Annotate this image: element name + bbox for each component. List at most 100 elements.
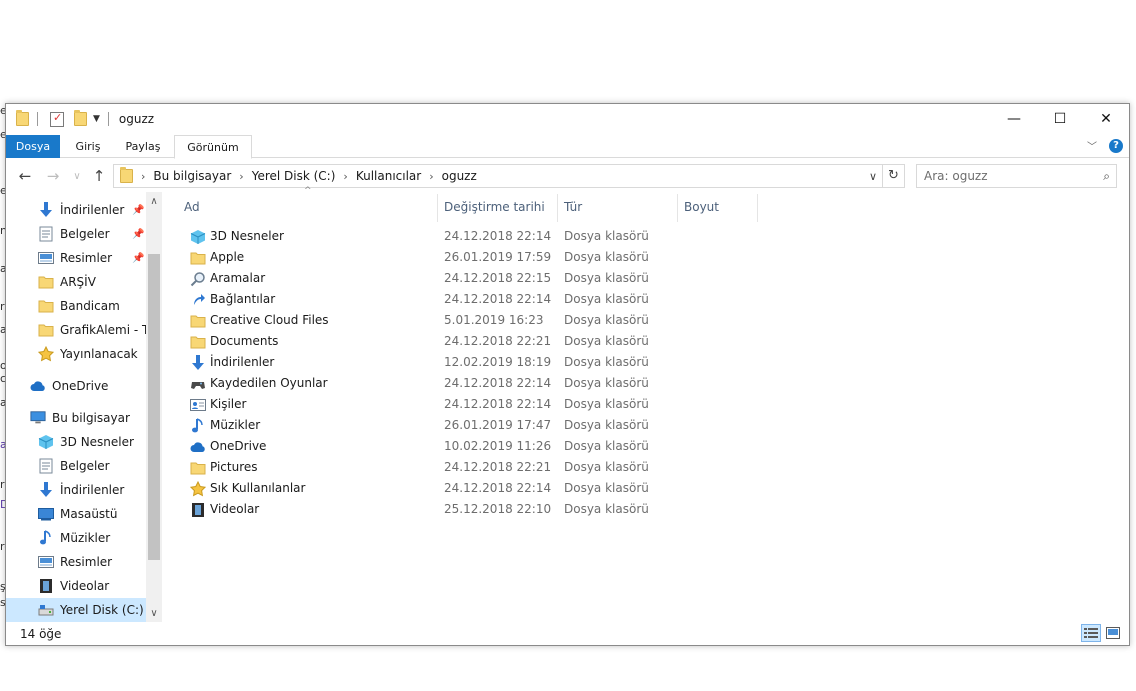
file-name-cell[interactable]: Müzikler [190, 415, 260, 436]
file-name-cell[interactable]: Creative Cloud Files [190, 310, 329, 331]
table-row[interactable]: İndirilenler 12.02.2019 18:19 Dosya klasör… [178, 352, 758, 373]
file-name-cell[interactable]: İndirilenler [190, 352, 274, 373]
sidebar-item[interactable]: Resimler 📌 [6, 246, 146, 270]
tab-share[interactable]: Paylaş [118, 135, 168, 158]
table-row[interactable]: Pictures 24.12.2018 22:21 Dosya klasörü [178, 457, 758, 478]
sidebar-item[interactable]: OneDrive [6, 374, 146, 398]
recent-locations-chevron-icon[interactable]: ∨ [66, 166, 88, 186]
file-name-cell[interactable]: OneDrive [190, 436, 266, 457]
table-row[interactable]: Creative Cloud Files 5.01.2019 16:23 Dosya… [178, 310, 758, 331]
sidebar-item[interactable]: Yerel Disk (C:) [6, 598, 146, 622]
scroll-up-icon[interactable]: ∧ [146, 194, 162, 210]
sidebar-item[interactable]: Resimler [6, 550, 146, 574]
file-name-cell[interactable]: Bağlantılar [190, 289, 275, 310]
title-bar: ▼ oguzz — ☐ ✕ [6, 104, 1129, 134]
refresh-icon[interactable]: ↻ [882, 165, 904, 187]
file-name-cell[interactable]: Sık Kullanılanlar [190, 478, 305, 499]
navigation-scrollbar[interactable]: ∧ ∨ [146, 192, 162, 622]
details-view-icon[interactable] [1081, 624, 1101, 642]
sidebar-item-label: GrafikAlemi - TE [60, 323, 157, 337]
table-row[interactable]: Kişiler 24.12.2018 22:14 Dosya klasörü [178, 394, 758, 415]
column-header-name[interactable]: Ad [178, 194, 438, 222]
column-header-type[interactable]: Tür [558, 194, 678, 222]
sidebar-item[interactable]: Videolar [6, 574, 146, 598]
sidebar-item[interactable]: ARŞİV [6, 270, 146, 294]
properties-icon[interactable] [50, 111, 64, 127]
breadcrumb-this-pc[interactable]: Bu bilgisayar [153, 169, 231, 183]
file-name-cell[interactable]: Pictures [190, 457, 258, 478]
file-name-cell[interactable]: 3D Nesneler [190, 226, 284, 247]
sidebar-item[interactable]: İndirilenler [6, 478, 146, 502]
sidebar-item[interactable]: İndirilenler 📌 [6, 198, 146, 222]
breadcrumb-separator[interactable]: › [239, 170, 243, 183]
file-name-cell[interactable]: Kaydedilen Oyunlar [190, 373, 328, 394]
file-date: 24.12.2018 22:21 [444, 460, 552, 474]
maximize-button[interactable]: ☐ [1037, 104, 1083, 134]
file-name-cell[interactable]: Aramalar [190, 268, 265, 289]
file-name: Bağlantılar [210, 292, 276, 306]
column-header-date-modified[interactable]: Değiştirme tarihi [438, 194, 558, 222]
minimize-button[interactable]: — [991, 104, 1037, 134]
tab-view[interactable]: Görünüm [174, 135, 252, 159]
cloud-icon [30, 378, 46, 394]
file-name-cell[interactable]: Apple [190, 247, 244, 268]
file-date: 26.01.2019 17:47 [444, 418, 552, 432]
column-header-size[interactable]: Boyut [678, 194, 758, 222]
sidebar-item[interactable]: Yayınlanacak [6, 342, 146, 366]
expand-ribbon-icon[interactable]: ﹀ [1087, 138, 1097, 153]
tab-home[interactable]: Giriş [68, 135, 108, 158]
search-box[interactable]: Ara: oguzz ⌕ [916, 164, 1117, 188]
pin-icon[interactable]: 📌 [132, 205, 144, 216]
folder-icon [38, 322, 54, 338]
up-arrow-icon[interactable]: ↑ [88, 166, 110, 186]
sidebar-item[interactable]: Müzikler [6, 526, 146, 550]
sidebar-item[interactable]: Bu bilgisayar [6, 406, 146, 430]
sidebar-item[interactable]: Belgeler 📌 [6, 222, 146, 246]
sidebar-item[interactable]: GrafikAlemi - TE [6, 318, 157, 342]
table-row[interactable]: Documents 24.12.2018 22:21 Dosya klasörü [178, 331, 758, 352]
sidebar-item[interactable]: 3D Nesneler [6, 430, 146, 454]
large-icons-view-icon[interactable] [1103, 624, 1123, 642]
sidebar-item[interactable]: Belgeler [6, 454, 146, 478]
table-row[interactable]: Aramalar 24.12.2018 22:15 Dosya klasörü [178, 268, 758, 289]
breadcrumb-separator[interactable]: › [141, 170, 145, 183]
link-icon [190, 292, 206, 308]
breadcrumb-users[interactable]: Kullanıcılar [356, 169, 421, 183]
forward-arrow-icon[interactable]: → [42, 166, 64, 186]
sidebar-item-label: Yayınlanacak [60, 347, 138, 361]
customize-toolbar-icon[interactable]: ▼ [93, 114, 100, 124]
pin-icon[interactable]: 📌 [132, 229, 144, 240]
help-icon[interactable]: ? [1109, 138, 1123, 153]
back-arrow-icon[interactable]: ← [14, 166, 36, 186]
pin-icon[interactable]: 📌 [132, 253, 144, 264]
close-button[interactable]: ✕ [1083, 104, 1129, 134]
address-bar[interactable]: › Bu bilgisayar › Yerel Disk (C:) › Kull… [113, 164, 905, 188]
table-row[interactable]: OneDrive 10.02.2019 11:26 Dosya klasörü [178, 436, 758, 457]
file-date: 24.12.2018 22:21 [444, 334, 552, 348]
table-row[interactable]: Bağlantılar 24.12.2018 22:14 Dosya klasörü [178, 289, 758, 310]
breadcrumb-separator[interactable]: › [343, 170, 347, 183]
table-row[interactable]: Müzikler 26.01.2019 17:47 Dosya klasörü [178, 415, 758, 436]
contacts-icon [190, 397, 206, 413]
new-folder-icon[interactable] [74, 110, 87, 126]
file-name-cell[interactable]: Kişiler [190, 394, 246, 415]
scroll-down-icon[interactable]: ∨ [146, 606, 162, 622]
breadcrumb-local-disk[interactable]: Yerel Disk (C:) [252, 169, 336, 183]
navigation-bar: ← → ∨ ↑ › Bu bilgisayar › Yerel Disk (C:… [6, 162, 1129, 190]
address-history-chevron-icon[interactable]: ∨ [864, 170, 882, 183]
scrollbar-thumb[interactable] [148, 254, 160, 560]
table-row[interactable]: Apple 26.01.2019 17:59 Dosya klasörü [178, 247, 758, 268]
file-name-cell[interactable]: Documents [190, 331, 278, 352]
tab-file[interactable]: Dosya [6, 135, 60, 158]
sidebar-item[interactable]: Bandicam [6, 294, 146, 318]
table-row[interactable]: 3D Nesneler 24.12.2018 22:14 Dosya klasörü [178, 226, 758, 247]
breadcrumb-separator[interactable]: › [429, 170, 433, 183]
file-name-cell[interactable]: Videolar [190, 499, 259, 520]
breadcrumb-current[interactable]: oguzz [442, 169, 477, 183]
table-row[interactable]: Videolar 25.12.2018 22:10 Dosya klasörü [178, 499, 758, 520]
table-row[interactable]: Sık Kullanılanlar 24.12.2018 22:14 Dosya k… [178, 478, 758, 499]
table-row[interactable]: Kaydedilen Oyunlar 24.12.2018 22:14 Dosya … [178, 373, 758, 394]
sidebar-item[interactable]: Masaüstü [6, 502, 146, 526]
star-icon [38, 346, 54, 362]
search-icon[interactable]: ⌕ [1103, 169, 1110, 184]
